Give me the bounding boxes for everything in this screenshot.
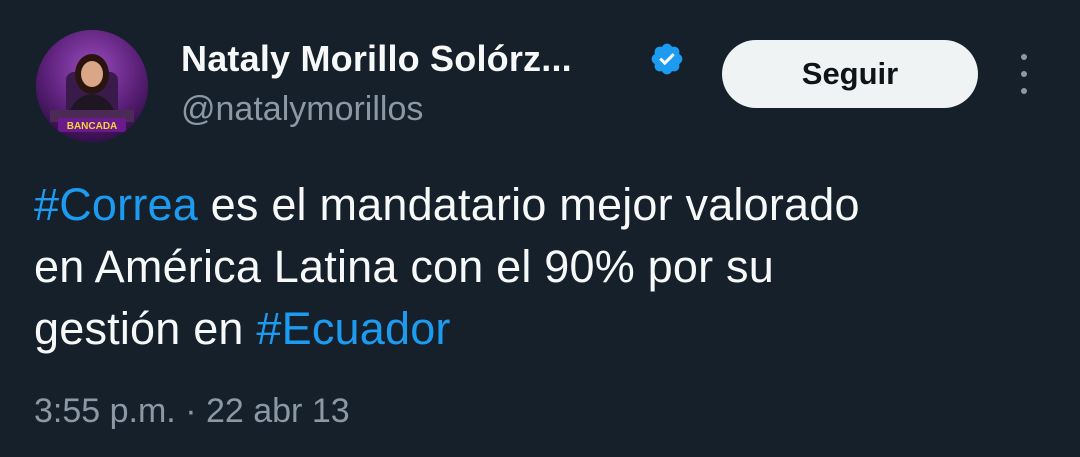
tweet-date[interactable]: 22 abr 13 [206,392,350,430]
tweet-card: BANCADA Nataly Morillo Solórz... @nataly… [0,0,1080,457]
author-handle[interactable]: @natalymorillos [181,90,423,129]
tweet-text: #Correa es el mandatario mejor valorado … [34,174,1034,360]
meta-separator: · [175,392,206,430]
tweet-text-segment: gestión en [34,303,257,354]
tweet-line-2: en América Latina con el 90% por su [34,236,1034,298]
tweet-time[interactable]: 3:55 p.m. [34,392,176,430]
more-dot [1021,54,1027,60]
tweet-line-1: #Correa es el mandatario mejor valorado [34,174,1034,236]
more-dot [1021,71,1027,77]
more-vertical-icon[interactable] [1006,50,1042,98]
tweet-line-3: gestión en #Ecuador [34,298,1034,360]
tweet-meta: 3:55 p.m. · 22 abr 13 [34,392,350,431]
follow-button[interactable]: Seguir [722,40,978,108]
avatar-badge-text: BANCADA [67,121,118,132]
avatar-image: BANCADA [36,30,148,142]
tweet-text-segment: es el mandatario mejor valorado [197,179,860,230]
author-name[interactable]: Nataly Morillo Solórz... [181,38,572,80]
hashtag-ecuador[interactable]: #Ecuador [256,303,450,354]
avatar[interactable]: BANCADA [36,30,148,142]
tweet-text-segment: en América Latina con el 90% por su [34,241,774,292]
verified-badge-icon [651,43,683,75]
more-dot [1021,88,1027,94]
hashtag-correa[interactable]: #Correa [34,179,198,230]
